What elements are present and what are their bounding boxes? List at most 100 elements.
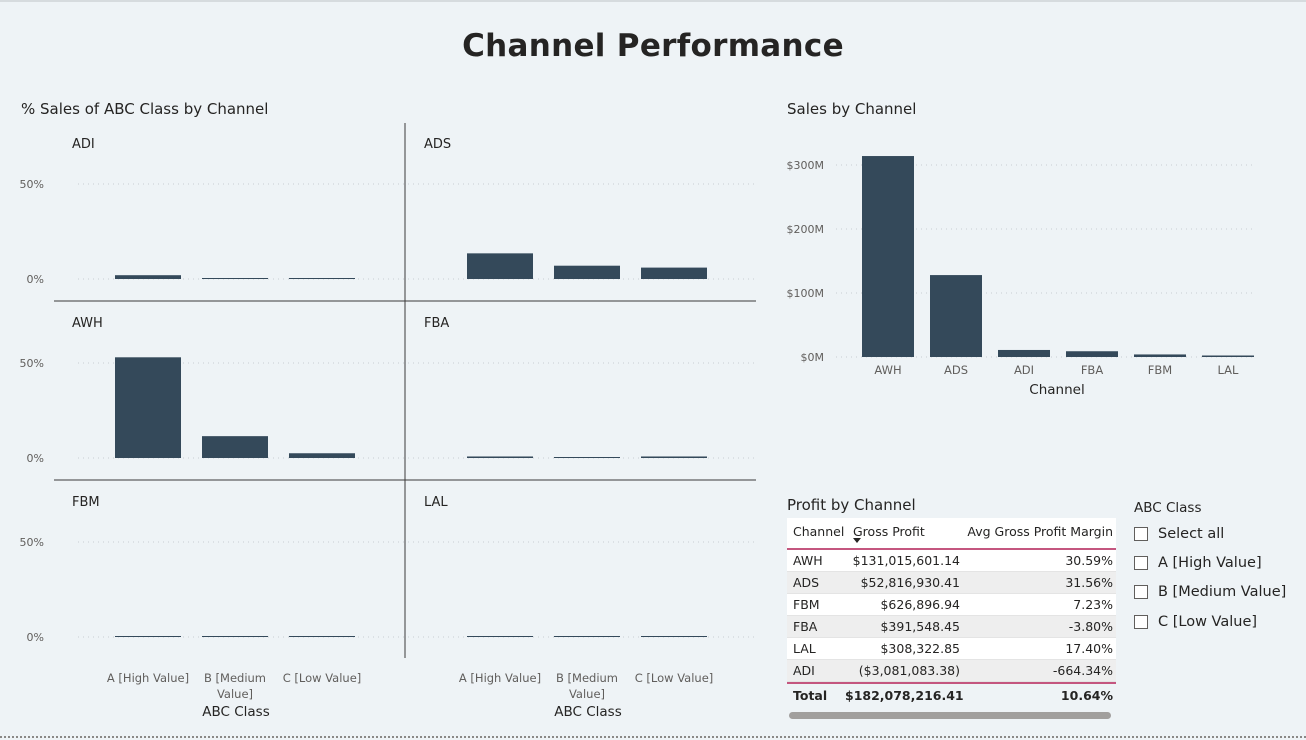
cell-gross-profit: $52,816,930.41	[860, 575, 960, 590]
cell-channel: LAL	[793, 641, 816, 656]
facet-label-fba: FBA	[424, 316, 449, 331]
cell-gross-profit: $626,896.94	[880, 597, 960, 612]
table-horizontal-scrollbar[interactable]	[789, 712, 1111, 719]
profit-table-title: Profit by Channel	[787, 496, 916, 514]
y-tick-label: 0%	[27, 273, 44, 286]
x-tick-label: ADI	[1014, 363, 1034, 377]
facet-label-awh: AWH	[72, 316, 103, 331]
sales-chart-title: Sales by Channel	[787, 100, 917, 118]
table-row[interactable]: ADS $52,816,930.41 31.56%	[787, 572, 1116, 594]
cell-margin: 30.59%	[1065, 553, 1113, 568]
y-tick-label: $300M	[787, 159, 825, 172]
cell-channel: ADS	[793, 575, 820, 590]
bar-adi-1	[115, 275, 181, 279]
cell-margin: -664.34%	[1052, 663, 1113, 678]
slicer-option-b-medium-value[interactable]: B [Medium Value]	[1134, 584, 1286, 600]
checkbox-icon[interactable]	[1134, 556, 1148, 570]
bar-fbm	[1134, 354, 1186, 357]
bar-ads	[930, 275, 982, 357]
facet-label-adi: ADI	[72, 137, 95, 152]
cell-gross-profit: $391,548.45	[880, 619, 960, 634]
profit-table: Channel Gross Profit Avg Gross Profit Ma…	[787, 518, 1116, 706]
table-row[interactable]: FBM $626,896.94 7.23%	[787, 594, 1116, 616]
total-margin: 10.64%	[1060, 687, 1113, 703]
y-tick-label: 50%	[20, 357, 44, 370]
y-tick-label: 0%	[27, 631, 44, 644]
y-tick-label: $100M	[787, 287, 825, 300]
table-row[interactable]: ADI ($3,081,083.38) -664.34%	[787, 660, 1116, 682]
slicer-option-label: C [Low Value]	[1158, 614, 1258, 630]
cell-margin: -3.80%	[1068, 619, 1113, 634]
bar-fba-3	[641, 456, 707, 458]
slicer-option-label: Select all	[1158, 526, 1225, 542]
bar-awh	[862, 156, 914, 357]
bar-awh-2	[202, 436, 268, 458]
y-tick-label: $200M	[787, 223, 825, 236]
cell-channel: ADI	[793, 663, 815, 678]
cell-gross-profit: ($3,081,083.38)	[858, 663, 960, 678]
x-tick-label: C [Low Value]	[283, 671, 362, 685]
table-row[interactable]: FBA $391,548.45 -3.80%	[787, 616, 1116, 638]
x-tick-label: AWH	[874, 363, 901, 377]
slicer-option-select-all[interactable]: Select all	[1134, 526, 1224, 542]
cell-margin: 31.56%	[1065, 575, 1113, 590]
bar-adi	[998, 349, 1050, 357]
bar-lal-1	[467, 636, 533, 637]
bar-lal-2	[554, 636, 620, 637]
table-total-row: Total $182,078,216.41 10.64%	[787, 682, 1116, 706]
x-axis-title: Channel	[1029, 382, 1084, 398]
bar-fba	[1066, 351, 1118, 357]
y-tick-label: 0%	[27, 452, 44, 465]
checkbox-icon[interactable]	[1134, 615, 1148, 629]
x-tick-label: B [Medium Value]	[556, 671, 618, 701]
facet-label-lal: LAL	[424, 495, 448, 510]
header-channel[interactable]: Channel	[787, 518, 845, 539]
checkbox-icon[interactable]	[1134, 585, 1148, 599]
x-tick-label: A [High Value]	[459, 671, 541, 685]
header-gross-profit[interactable]: Gross Profit	[845, 518, 964, 539]
x-axis-title: ABC Class	[202, 704, 270, 720]
bar-fbm-3	[289, 636, 355, 637]
bar-ads-2	[554, 265, 620, 279]
cell-margin: 7.23%	[1073, 597, 1113, 612]
bottom-border	[0, 736, 1306, 738]
facet-label-fbm: FBM	[72, 495, 100, 510]
total-label: Total	[793, 687, 828, 703]
cell-channel: FBA	[793, 619, 818, 634]
facet-label-ads: ADS	[424, 137, 451, 152]
cell-channel: FBM	[793, 597, 820, 612]
slicer-option-label: A [High Value]	[1158, 555, 1262, 571]
x-tick-label: ADS	[944, 363, 968, 377]
bar-fbm-1	[115, 636, 181, 637]
table-row[interactable]: AWH $131,015,601.14 30.59%	[787, 550, 1116, 572]
abc-small-multiples-chart[interactable]: 50% 0% 50% 0% 50% 0% ADI ADS AWH FBA FBM LAL A [High…	[0, 120, 770, 725]
y-tick-label: 50%	[20, 178, 44, 191]
x-tick-label: C [Low Value]	[635, 671, 714, 685]
checkbox-icon[interactable]	[1134, 527, 1148, 541]
cell-margin: 17.40%	[1065, 641, 1113, 656]
bar-fba-2	[554, 457, 620, 458]
sales-by-channel-chart[interactable]: $300M $200M $100M $0M AWH ADS ADI FBA FBM LAL Chan…	[780, 140, 1270, 400]
bar-lal-3	[641, 636, 707, 637]
slicer-option-a-high-value[interactable]: A [High Value]	[1134, 555, 1262, 571]
table-row[interactable]: LAL $308,322.85 17.40%	[787, 638, 1116, 660]
x-tick-label: FBA	[1081, 363, 1104, 377]
x-tick-label: FBM	[1148, 363, 1172, 377]
bar-fbm-2	[202, 636, 268, 637]
table-header-row: Channel Gross Profit Avg Gross Profit Ma…	[787, 518, 1116, 550]
y-tick-label: 50%	[20, 536, 44, 549]
slicer-title: ABC Class	[1134, 500, 1202, 516]
sort-descending-icon[interactable]	[853, 538, 861, 543]
y-tick-label: $0M	[801, 351, 825, 364]
bar-adi-3	[289, 278, 355, 279]
bar-awh-3	[289, 453, 355, 458]
cell-channel: AWH	[793, 553, 823, 568]
abc-chart-title: % Sales of ABC Class by Channel	[21, 100, 269, 118]
x-tick-label: A [High Value]	[107, 671, 189, 685]
slicer-option-label: B [Medium Value]	[1158, 584, 1287, 600]
x-tick-label: B [Medium Value]	[204, 671, 266, 701]
header-avg-gross-profit-margin[interactable]: Avg Gross Profit Margin	[964, 518, 1116, 539]
bar-adi-2	[202, 278, 268, 279]
slicer-option-c-low-value[interactable]: C [Low Value]	[1134, 614, 1257, 630]
cell-gross-profit: $308,322.85	[880, 641, 960, 656]
